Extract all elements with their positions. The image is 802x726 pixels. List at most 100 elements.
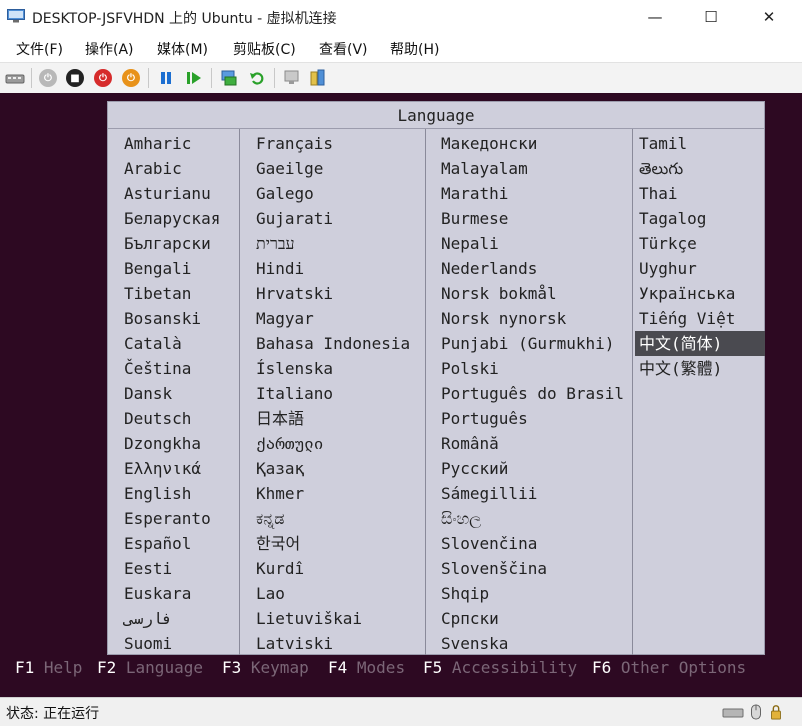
- language-option[interactable]: Khmer: [252, 481, 424, 506]
- language-option[interactable]: Français: [252, 131, 424, 156]
- language-option[interactable]: Íslenska: [252, 356, 424, 381]
- close-button[interactable]: ✕: [746, 0, 792, 34]
- language-option[interactable]: Tibetan: [120, 281, 238, 306]
- language-option[interactable]: Español: [120, 531, 238, 556]
- language-option[interactable]: Čeština: [120, 356, 238, 381]
- language-option[interactable]: Português do Brasil: [437, 381, 631, 406]
- resume-button[interactable]: [183, 67, 205, 89]
- language-option[interactable]: Македонски: [437, 131, 631, 156]
- language-option[interactable]: Hrvatski: [252, 281, 424, 306]
- language-option[interactable]: Latviski: [252, 631, 424, 656]
- language-option[interactable]: Italiano: [252, 381, 424, 406]
- language-option[interactable]: Sámegillii: [437, 481, 631, 506]
- language-option[interactable]: Kurdî: [252, 556, 424, 581]
- language-option[interactable]: Русский: [437, 456, 631, 481]
- language-option[interactable]: Tiếng Việt: [635, 306, 765, 331]
- revert-button[interactable]: [246, 67, 268, 89]
- language-option[interactable]: Türkçe: [635, 231, 765, 256]
- language-option[interactable]: Nederlands: [437, 256, 631, 281]
- f1-help-key[interactable]: F1 Help: [15, 658, 82, 677]
- language-option[interactable]: Norsk bokmål: [437, 281, 631, 306]
- language-option[interactable]: Deutsch: [120, 406, 238, 431]
- language-option[interactable]: Bengali: [120, 256, 238, 281]
- turn-off-button[interactable]: ■: [64, 67, 86, 89]
- language-option[interactable]: Català: [120, 331, 238, 356]
- share-button[interactable]: [307, 67, 329, 89]
- language-option[interactable]: Suomi: [120, 631, 238, 656]
- maximize-button[interactable]: ☐: [688, 0, 734, 34]
- f4-modes-key[interactable]: F4 Modes: [328, 658, 405, 677]
- language-option[interactable]: Беларуская: [120, 206, 238, 231]
- language-option-selected[interactable]: 中文(简体): [635, 331, 765, 356]
- language-option[interactable]: Српски: [437, 606, 631, 631]
- save-button[interactable]: ⏻: [120, 67, 142, 89]
- language-option[interactable]: Punjabi (Gurmukhi): [437, 331, 631, 356]
- pause-button[interactable]: [155, 67, 177, 89]
- language-option[interactable]: සිංහල: [437, 506, 631, 531]
- language-option[interactable]: Svenska: [437, 631, 631, 656]
- language-option[interactable]: Български: [120, 231, 238, 256]
- language-option[interactable]: Lao: [252, 581, 424, 606]
- language-option[interactable]: Dzongkha: [120, 431, 238, 456]
- language-option[interactable]: Hindi: [252, 256, 424, 281]
- menu-view[interactable]: 查看(V): [319, 39, 368, 59]
- language-option[interactable]: Burmese: [437, 206, 631, 231]
- language-option[interactable]: 中文(繁體): [635, 356, 765, 381]
- language-option[interactable]: Slovenščina: [437, 556, 631, 581]
- language-option[interactable]: Dansk: [120, 381, 238, 406]
- language-option[interactable]: Uyghur: [635, 256, 765, 281]
- menu-action[interactable]: 操作(A): [85, 39, 134, 59]
- menu-file[interactable]: 文件(F): [16, 39, 63, 59]
- language-option[interactable]: 日本語: [252, 406, 424, 431]
- f3-keymap-key[interactable]: F3 Keymap: [222, 658, 309, 677]
- minimize-button[interactable]: —: [632, 0, 678, 34]
- language-option[interactable]: ქართული: [252, 431, 424, 456]
- language-option[interactable]: 한국어: [252, 531, 424, 556]
- start-button[interactable]: ⏻: [37, 67, 59, 89]
- f6-other-options-key[interactable]: F6 Other Options: [592, 658, 746, 677]
- language-option[interactable]: فارسی: [120, 606, 238, 631]
- language-option[interactable]: తెలుగు: [635, 156, 765, 181]
- shut-down-button[interactable]: ⏻: [92, 67, 114, 89]
- language-option[interactable]: Gujarati: [252, 206, 424, 231]
- f5-accessibility-key[interactable]: F5 Accessibility: [423, 658, 577, 677]
- language-option[interactable]: Thai: [635, 181, 765, 206]
- language-option[interactable]: Norsk nynorsk: [437, 306, 631, 331]
- language-option[interactable]: Bahasa Indonesia: [252, 331, 424, 356]
- language-option[interactable]: Nepali: [437, 231, 631, 256]
- language-option[interactable]: Ελληνικά: [120, 456, 238, 481]
- language-option[interactable]: Arabic: [120, 156, 238, 181]
- menu-clipboard[interactable]: 剪贴板(C): [233, 39, 296, 59]
- language-option[interactable]: Shqip: [437, 581, 631, 606]
- language-option[interactable]: Esperanto: [120, 506, 238, 531]
- language-option[interactable]: Magyar: [252, 306, 424, 331]
- language-option[interactable]: English: [120, 481, 238, 506]
- language-option[interactable]: Amharic: [120, 131, 238, 156]
- language-option[interactable]: Euskara: [120, 581, 238, 606]
- language-option[interactable]: Asturianu: [120, 181, 238, 206]
- language-option[interactable]: Lietuviškai: [252, 606, 424, 631]
- language-option[interactable]: Română: [437, 431, 631, 456]
- language-option[interactable]: Polski: [437, 356, 631, 381]
- f2-language-key[interactable]: F2 Language: [97, 658, 203, 677]
- language-option[interactable]: Marathi: [437, 181, 631, 206]
- language-option[interactable]: Malayalam: [437, 156, 631, 181]
- language-option[interactable]: Bosanski: [120, 306, 238, 331]
- menu-help[interactable]: 帮助(H): [390, 39, 439, 59]
- enhanced-session-button[interactable]: [281, 67, 303, 89]
- language-option[interactable]: Galego: [252, 181, 424, 206]
- language-option[interactable]: Қазақ: [252, 456, 424, 481]
- enhanced-session-icon: [284, 70, 299, 84]
- ctrl-alt-del-button[interactable]: [4, 67, 26, 89]
- language-option[interactable]: Tagalog: [635, 206, 765, 231]
- language-option[interactable]: Gaeilge: [252, 156, 424, 181]
- language-option[interactable]: עברית: [252, 231, 424, 256]
- language-option[interactable]: Slovenčina: [437, 531, 631, 556]
- language-option[interactable]: Eesti: [120, 556, 238, 581]
- language-option[interactable]: ಕನ್ನಡ: [252, 506, 424, 531]
- checkpoint-button[interactable]: [218, 67, 240, 89]
- language-option[interactable]: Українська: [635, 281, 765, 306]
- language-option[interactable]: Português: [437, 406, 631, 431]
- menu-media[interactable]: 媒体(M): [157, 39, 208, 59]
- language-option[interactable]: Tamil: [635, 131, 765, 156]
